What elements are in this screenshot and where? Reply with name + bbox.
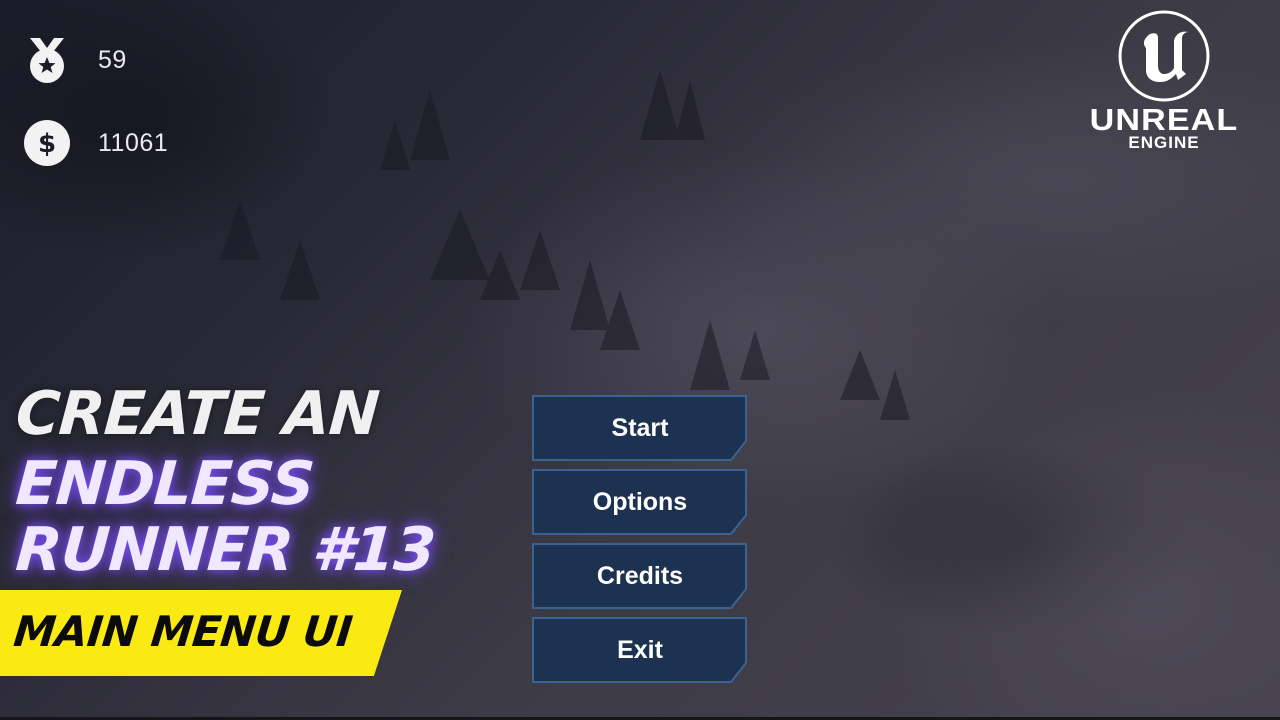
start-label: Start	[611, 413, 669, 442]
title-line-2: ENDLESS	[13, 449, 316, 519]
unreal-engine-emblem-icon	[1118, 10, 1210, 102]
options-label: Options	[592, 487, 688, 516]
banner-text: MAIN MENU UI	[11, 607, 355, 656]
credits-button[interactable]: Credits	[532, 543, 748, 609]
credits-label: Credits	[596, 561, 684, 590]
svg-text:$: $	[38, 129, 56, 159]
exit-button[interactable]: Exit	[532, 617, 748, 683]
main-menu-screen: 59 $ 11061 UNREAL ENGINE CREATE AN ENDLE…	[0, 0, 1280, 720]
exit-label: Exit	[617, 635, 663, 664]
title-line-1: CREATE AN	[13, 379, 381, 449]
coins-stat: $ 11061	[24, 119, 168, 167]
medals-count: 59	[98, 45, 127, 74]
unreal-engine-logo: UNREAL ENGINE	[1068, 8, 1260, 152]
coins-count: 11061	[98, 128, 169, 157]
medal-star-icon	[24, 36, 70, 84]
medals-stat: 59	[24, 36, 127, 84]
start-button[interactable]: Start	[532, 395, 748, 461]
options-button[interactable]: Options	[532, 469, 748, 535]
dollar-coin-icon: $	[24, 119, 70, 167]
title-line-3: RUNNER #13	[13, 515, 438, 585]
unreal-wordmark: UNREAL	[1089, 102, 1239, 137]
main-menu: Start Options Credits Exit	[532, 395, 748, 691]
